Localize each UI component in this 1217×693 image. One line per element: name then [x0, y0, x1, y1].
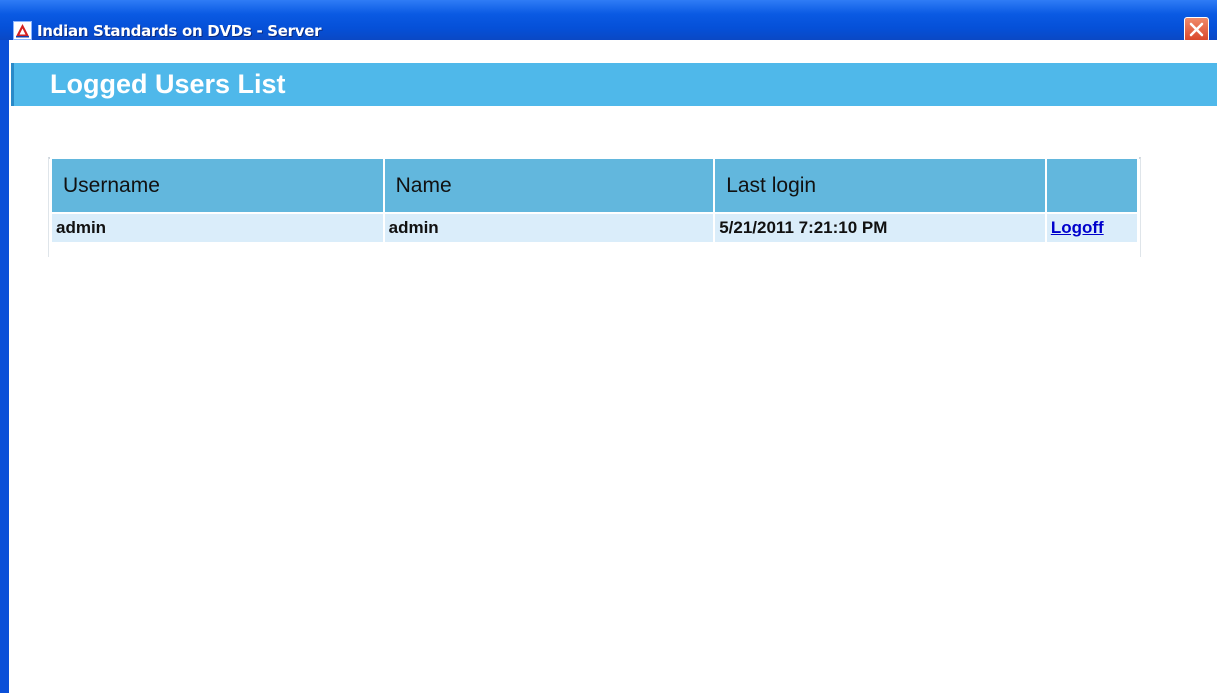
logoff-link[interactable]: Logoff: [1051, 218, 1104, 237]
close-button[interactable]: [1184, 17, 1209, 42]
column-header-name[interactable]: Name: [384, 159, 714, 212]
page-title: Logged Users List: [50, 69, 286, 99]
cell-last-login: 5/21/2011 7:21:10 PM: [715, 214, 1045, 242]
cell-name: admin: [384, 214, 714, 242]
page-header: Logged Users List: [11, 63, 1217, 106]
app-window: Indian Standards on DVDs - Server Logged…: [0, 0, 1217, 693]
column-header-last-login[interactable]: Last login: [715, 159, 1045, 212]
window-title: Indian Standards on DVDs - Server: [37, 22, 322, 40]
table-header-row: Username Name Last login: [52, 159, 1137, 212]
bis-logo-icon: [13, 21, 32, 40]
logged-users-table: Username Name Last login admin admin 5/2…: [50, 157, 1139, 244]
title-bar[interactable]: Indian Standards on DVDs - Server: [0, 0, 1217, 42]
close-icon: [1189, 22, 1204, 37]
cell-username: admin: [52, 214, 383, 242]
column-header-username[interactable]: Username: [52, 159, 383, 212]
column-header-action: [1046, 159, 1137, 212]
window-content: Logged Users List Username Name Last log…: [9, 40, 1217, 693]
table-row: admin admin 5/21/2011 7:21:10 PM Logoff: [52, 214, 1137, 242]
cell-action: Logoff: [1046, 214, 1137, 242]
